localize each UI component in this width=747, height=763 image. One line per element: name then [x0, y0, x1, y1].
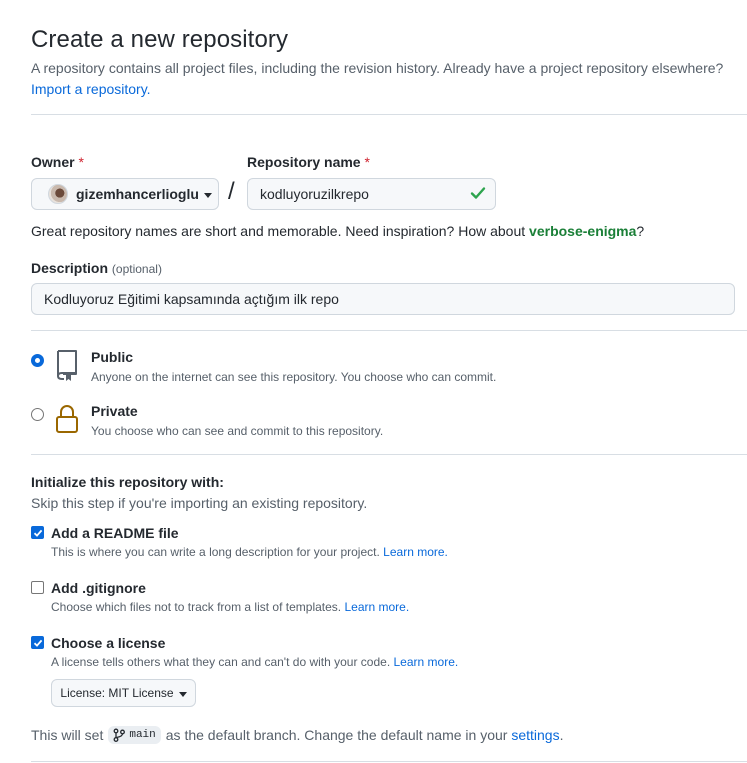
owner-select-button[interactable]: gizemhancerlioglu: [31, 178, 219, 210]
gitignore-description: Choose which files not to track from a l…: [51, 600, 409, 614]
hint-text: Great repository names are short and mem…: [31, 223, 526, 239]
caret-down-icon: [178, 691, 187, 697]
license-description: A license tells others what they can and…: [51, 655, 458, 669]
license-select-label: License: MIT License: [60, 686, 174, 700]
repo-name-hint: Great repository names are short and mem…: [31, 223, 644, 239]
import-repository-link[interactable]: Import a repository.: [31, 81, 151, 97]
license-desc-text: A license tells others what they can and…: [51, 655, 391, 669]
license-checkbox[interactable]: [31, 636, 44, 649]
license-select-button[interactable]: License: MIT License: [51, 679, 196, 707]
private-description: You choose who can see and commit to thi…: [91, 424, 384, 438]
name-suggestion-link[interactable]: verbose-enigma: [529, 223, 636, 239]
page-subtitle: A repository contains all project files,…: [31, 60, 724, 76]
divider: [31, 454, 747, 455]
owner-label: Owner *: [31, 154, 84, 170]
description-input[interactable]: [31, 283, 735, 315]
caret-down-icon: [203, 192, 212, 198]
repo-name-label-text: Repository name: [247, 154, 361, 170]
settings-link[interactable]: settings: [511, 727, 559, 743]
avatar: [48, 184, 68, 204]
git-branch-icon: [113, 728, 126, 742]
readme-description: This is where you can write a long descr…: [51, 545, 448, 559]
branch-prefix: This will set: [31, 727, 104, 743]
checkmark-icon: [33, 529, 42, 537]
divider: [31, 761, 747, 762]
hint-end: ?: [636, 223, 645, 239]
divider: [31, 330, 747, 331]
public-description: Anyone on the internet can see this repo…: [91, 370, 497, 384]
check-icon: [470, 187, 486, 199]
init-heading: Initialize this repository with:: [31, 474, 224, 490]
readme-checkbox[interactable]: [31, 526, 44, 539]
gitignore-checkbox[interactable]: [31, 581, 44, 594]
optional-tag: (optional): [111, 262, 162, 276]
page-title: Create a new repository: [31, 26, 289, 53]
description-label: Description (optional): [31, 260, 162, 276]
branch-name-pill: main: [108, 726, 161, 744]
private-title: Private: [91, 403, 138, 419]
readme-desc-text: This is where you can write a long descr…: [51, 545, 380, 559]
private-radio[interactable]: [31, 408, 44, 421]
default-branch-note: This will set main as the default branch…: [31, 726, 563, 744]
branch-name: main: [129, 729, 156, 741]
public-radio[interactable]: [31, 354, 44, 367]
gitignore-desc-text: Choose which files not to track from a l…: [51, 600, 342, 614]
required-mark: *: [78, 154, 84, 170]
license-learn-more-link[interactable]: Learn more.: [394, 655, 459, 669]
gitignore-title: Add .gitignore: [51, 580, 146, 596]
repo-icon: [57, 350, 77, 381]
gitignore-learn-more-link[interactable]: Learn more.: [344, 600, 409, 614]
license-title: Choose a license: [51, 635, 166, 651]
lock-icon: [56, 405, 78, 433]
divider: [31, 114, 747, 115]
init-subheading: Skip this step if you're importing an ex…: [31, 495, 368, 511]
checkmark-icon: [33, 639, 42, 647]
readme-learn-more-link[interactable]: Learn more.: [383, 545, 448, 559]
new-repository-page: Create a new repository A repository con…: [0, 0, 747, 763]
repo-name-input[interactable]: [247, 178, 496, 210]
readme-title: Add a README file: [51, 525, 179, 541]
public-title: Public: [91, 349, 134, 365]
branch-middle-text: as the default branch. Change the defaul…: [165, 727, 508, 743]
owner-name: gizemhancerlioglu: [76, 186, 199, 202]
description-label-text: Description: [31, 260, 109, 276]
repo-name-label: Repository name *: [247, 154, 370, 170]
branch-end: .: [559, 727, 564, 743]
owner-repo-separator: /: [228, 178, 235, 205]
required-mark: *: [364, 154, 370, 170]
owner-label-text: Owner: [31, 154, 75, 170]
